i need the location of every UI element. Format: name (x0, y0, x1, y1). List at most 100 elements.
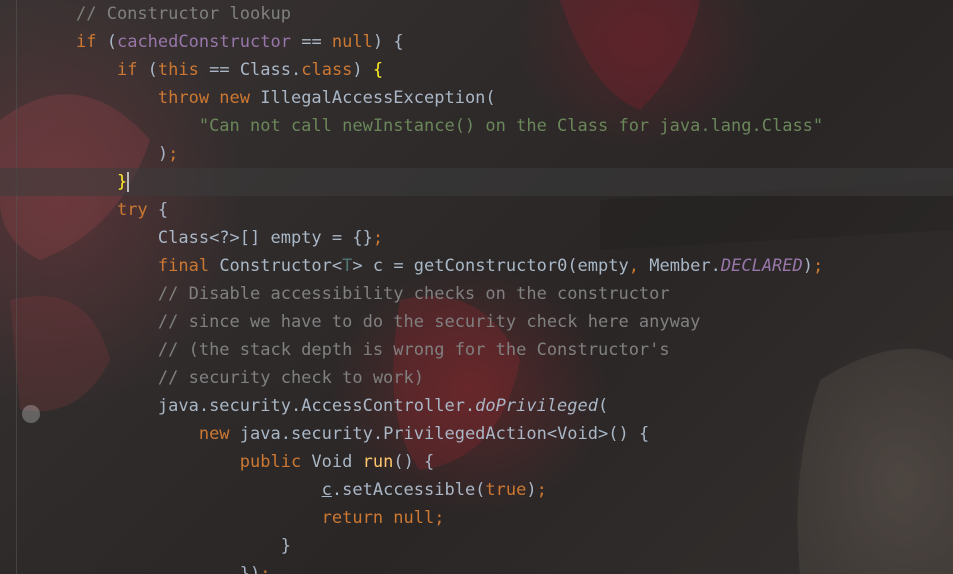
code-token: ( (598, 396, 609, 416)
code-token: return null (321, 508, 435, 528)
code-token: new (198, 424, 230, 444)
code-line[interactable]: "Can not call newInstance() on the Class… (76, 112, 823, 140)
code-line[interactable]: c.setAccessible(true); (76, 476, 823, 504)
code-token: // Disable accessibility checks on the c… (157, 284, 670, 304)
code-line[interactable]: if (cachedConstructor == null) { (76, 28, 823, 56)
code-token: cachedConstructor (116, 32, 291, 52)
code-token: Void (301, 452, 363, 472)
code-token: doPrivileged (475, 396, 598, 416)
code-line[interactable]: try { (76, 196, 823, 224)
code-line[interactable]: if (this == Class.class) { (76, 56, 823, 84)
code-line[interactable]: ); (76, 140, 823, 168)
code-token: // security check to work) (157, 368, 424, 388)
code-token: ) (157, 144, 169, 164)
code-line[interactable]: // (the stack depth is wrong for the Con… (76, 336, 823, 364)
code-token: Class<?>[] empty = {} (157, 228, 373, 248)
code-token: T (342, 256, 353, 276)
code-token: { (372, 60, 384, 80)
code-token: IllegalAccessException( (250, 88, 496, 108)
code-line[interactable]: }); (76, 560, 823, 574)
code-area[interactable]: // Constructor lookup if (cachedConstruct… (76, 0, 823, 574)
code-token: ; (372, 228, 384, 248)
code-token: // Constructor lookup (76, 4, 291, 24)
code-token: run (362, 452, 394, 472)
code-token: ( (137, 60, 158, 80)
code-token: ; (434, 508, 445, 528)
code-token: if (76, 32, 97, 52)
code-token: > c = getConstructor0(empty (352, 256, 629, 276)
code-token: final (157, 256, 210, 276)
code-token: "Can not call newInstance() on the Class… (198, 116, 824, 136)
code-token: ; (168, 144, 179, 164)
code-line[interactable]: throw new IllegalAccessException( (76, 84, 823, 112)
code-line[interactable]: // security check to work) (76, 364, 823, 392)
code-line[interactable]: // Disable accessibility checks on the c… (76, 280, 823, 308)
code-token: { (147, 200, 169, 220)
code-token: // (the stack depth is wrong for the Con… (157, 340, 670, 360)
code-token: } (280, 536, 291, 556)
code-token: java.security.AccessController. (157, 396, 476, 416)
code-line[interactable]: // Constructor lookup (76, 0, 823, 28)
code-editor[interactable]: // Constructor lookup if (cachedConstruct… (0, 0, 953, 574)
code-token: ) (802, 256, 814, 276)
code-token: ; (813, 256, 824, 276)
code-token: ) (526, 480, 537, 500)
code-token: c (321, 480, 332, 500)
code-token: null (331, 32, 373, 52)
code-token: // since we have to do the security chec… (157, 312, 701, 332)
code-line[interactable]: } (76, 168, 823, 196)
code-token: ) (352, 60, 373, 80)
code-token: java.security.PrivilegedAction<Void>() { (229, 424, 650, 444)
code-token: public (239, 452, 302, 472)
code-token: ) { (372, 32, 404, 52)
code-token: try (116, 200, 148, 220)
code-token: this (157, 60, 199, 80)
code-token: ( (96, 32, 117, 52)
code-line[interactable]: java.security.AccessController.doPrivile… (76, 392, 823, 420)
code-token: ; (260, 564, 271, 574)
code-token: Constructor< (209, 256, 343, 276)
code-line[interactable]: return null; (76, 504, 823, 532)
code-line[interactable]: public Void run() { (76, 448, 823, 476)
code-token: () { (393, 452, 435, 472)
code-line[interactable]: final Constructor<T> c = getConstructor0… (76, 252, 823, 280)
code-token: throw new (157, 88, 251, 108)
text-caret (127, 172, 130, 192)
indent-guide (16, 0, 17, 574)
code-token: true (485, 480, 527, 500)
code-line[interactable]: } (76, 532, 823, 560)
code-token: } (116, 172, 128, 192)
code-token: == (290, 32, 332, 52)
code-token: DECLARED (720, 256, 803, 276)
code-token: ; (536, 480, 547, 500)
code-token: .setAccessible( (331, 480, 486, 500)
code-token: if (116, 60, 138, 80)
code-token: }) (239, 564, 261, 574)
code-line[interactable]: // since we have to do the security chec… (76, 308, 823, 336)
artwork-ornament (22, 405, 40, 423)
code-token: == Class. (198, 60, 302, 80)
code-line[interactable]: new java.security.PrivilegedAction<Void>… (76, 420, 823, 448)
code-token: class (301, 60, 353, 80)
code-line[interactable]: Class<?>[] empty = {}; (76, 224, 823, 252)
code-token: Member. (638, 256, 721, 276)
